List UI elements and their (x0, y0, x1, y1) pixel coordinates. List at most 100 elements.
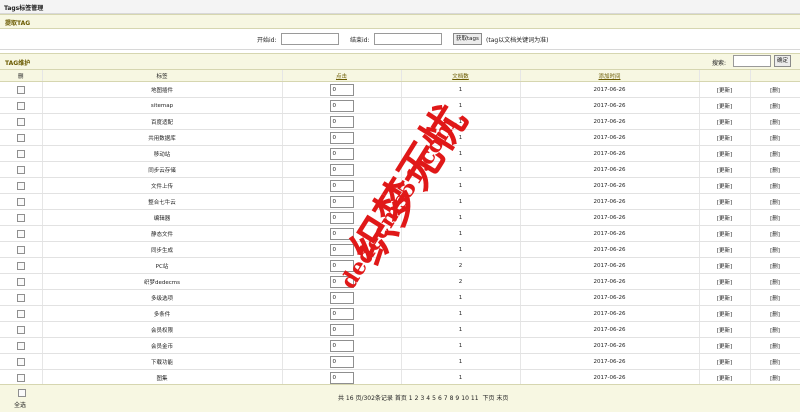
fetch-tags-button[interactable]: 获取tags (453, 33, 482, 45)
update-link[interactable]: [更新] (699, 193, 751, 210)
end-id-input[interactable] (374, 33, 442, 45)
tag-name-cell[interactable]: 编辑器 (42, 209, 283, 226)
delete-link[interactable]: [删] (750, 257, 800, 274)
update-link[interactable]: [更新] (699, 273, 751, 290)
clicks-input[interactable]: 0 (329, 179, 354, 192)
tag-name-cell[interactable]: 会员权限 (42, 321, 283, 338)
pager-page-link[interactable]: 1 (409, 395, 413, 402)
update-link[interactable]: [更新] (699, 305, 751, 322)
clicks-input[interactable]: 0 (329, 115, 354, 128)
clicks-input[interactable]: 0 (329, 99, 354, 112)
update-link[interactable]: [更新] (699, 321, 751, 338)
clicks-input[interactable]: 0 (329, 131, 354, 144)
row-checkbox[interactable] (16, 117, 25, 126)
pager-page-link[interactable]: 8 (450, 395, 454, 402)
row-checkbox[interactable] (16, 309, 25, 318)
row-checkbox[interactable] (16, 261, 25, 270)
clicks-input[interactable]: 0 (329, 339, 354, 352)
row-checkbox[interactable] (16, 373, 25, 382)
select-all-label[interactable]: 全选 (14, 400, 26, 409)
clicks-input[interactable]: 0 (329, 83, 354, 96)
tag-name-cell[interactable]: 下载功能 (42, 353, 283, 370)
clicks-input[interactable]: 0 (329, 163, 354, 176)
row-checkbox[interactable] (16, 213, 25, 222)
update-link[interactable]: [更新] (699, 353, 751, 370)
delete-link[interactable]: [删] (750, 241, 800, 258)
tag-name-cell[interactable]: 地图插件 (42, 81, 283, 98)
col-header-docs[interactable]: 文档数 (401, 70, 521, 82)
delete-link[interactable]: [删] (750, 97, 800, 114)
update-link[interactable]: [更新] (699, 225, 751, 242)
clicks-input[interactable]: 0 (329, 147, 354, 160)
pager-page-link[interactable]: 10 (461, 395, 469, 402)
row-checkbox[interactable] (16, 341, 25, 350)
delete-link[interactable]: [删] (750, 321, 800, 338)
delete-link[interactable]: [删] (750, 353, 800, 370)
update-link[interactable]: [更新] (699, 97, 751, 114)
delete-link[interactable]: [删] (750, 289, 800, 306)
update-link[interactable]: [更新] (699, 209, 751, 226)
sort-clicks-link[interactable]: 点击 (336, 74, 347, 80)
update-link[interactable]: [更新] (699, 161, 751, 178)
tag-name-cell[interactable]: 移动站 (42, 145, 283, 162)
pager-page-link[interactable]: 11 (471, 395, 479, 402)
delete-link[interactable]: [删] (750, 337, 800, 354)
delete-link[interactable]: [删] (750, 113, 800, 130)
col-header-added[interactable]: 添加时间 (520, 70, 700, 82)
sort-docs-link[interactable]: 文档数 (452, 74, 469, 80)
update-link[interactable]: [更新] (699, 257, 751, 274)
delete-link[interactable]: [删] (750, 305, 800, 322)
row-checkbox[interactable] (16, 133, 25, 142)
pager-page-link[interactable]: 7 (444, 395, 448, 402)
update-link[interactable]: [更新] (699, 337, 751, 354)
row-checkbox[interactable] (16, 85, 25, 94)
tag-name-cell[interactable]: 同步云存储 (42, 161, 283, 178)
col-header-clicks[interactable]: 点击 (282, 70, 402, 82)
delete-link[interactable]: [删] (750, 193, 800, 210)
tag-name-cell[interactable]: 百度适配 (42, 113, 283, 130)
select-all-checkbox[interactable] (18, 389, 26, 397)
tag-name-cell[interactable]: 文件上传 (42, 177, 283, 194)
sort-added-link[interactable]: 添加时间 (598, 74, 620, 80)
clicks-input[interactable]: 0 (329, 291, 354, 304)
clicks-input[interactable]: 0 (329, 323, 354, 336)
delete-link[interactable]: [删] (750, 81, 800, 98)
update-link[interactable]: [更新] (699, 289, 751, 306)
pager-page-link[interactable]: 5 (432, 395, 436, 402)
row-checkbox[interactable] (16, 165, 25, 174)
update-link[interactable]: [更新] (699, 113, 751, 130)
update-link[interactable]: [更新] (699, 145, 751, 162)
start-id-input[interactable] (281, 33, 339, 45)
clicks-input[interactable]: 0 (329, 355, 354, 368)
row-checkbox[interactable] (16, 149, 25, 158)
tag-name-cell[interactable]: PC站 (42, 257, 283, 274)
pager-page-link[interactable]: 6 (438, 395, 442, 402)
pager-page-link[interactable]: 4 (426, 395, 430, 402)
tag-name-cell[interactable]: 多级选项 (42, 289, 283, 306)
update-link[interactable]: [更新] (699, 81, 751, 98)
row-checkbox[interactable] (16, 357, 25, 366)
clicks-input[interactable]: 0 (329, 275, 354, 288)
pager-next-link[interactable]: 下页 (482, 395, 494, 402)
delete-link[interactable]: [删] (750, 225, 800, 242)
row-checkbox[interactable] (16, 293, 25, 302)
tag-name-cell[interactable]: 会员金币 (42, 337, 283, 354)
delete-link[interactable]: [删] (750, 161, 800, 178)
clicks-input[interactable]: 0 (329, 371, 354, 384)
update-link[interactable]: [更新] (699, 177, 751, 194)
delete-link[interactable]: [删] (750, 273, 800, 290)
clicks-input[interactable]: 0 (329, 259, 354, 272)
tag-name-cell[interactable]: 共用数据库 (42, 129, 283, 146)
search-input[interactable] (733, 55, 771, 67)
delete-link[interactable]: [删] (750, 129, 800, 146)
delete-link[interactable]: [删] (750, 177, 800, 194)
tag-name-cell[interactable]: 多条件 (42, 305, 283, 322)
clicks-input[interactable]: 0 (329, 227, 354, 240)
update-link[interactable]: [更新] (699, 241, 751, 258)
row-checkbox[interactable] (16, 325, 25, 334)
tag-name-cell[interactable]: sitemap (42, 97, 283, 114)
tag-name-cell[interactable]: 同步生成 (42, 241, 283, 258)
pager-page-link[interactable]: 3 (420, 395, 424, 402)
row-checkbox[interactable] (16, 181, 25, 190)
tag-name-cell[interactable]: 织梦dedecms (42, 273, 283, 290)
